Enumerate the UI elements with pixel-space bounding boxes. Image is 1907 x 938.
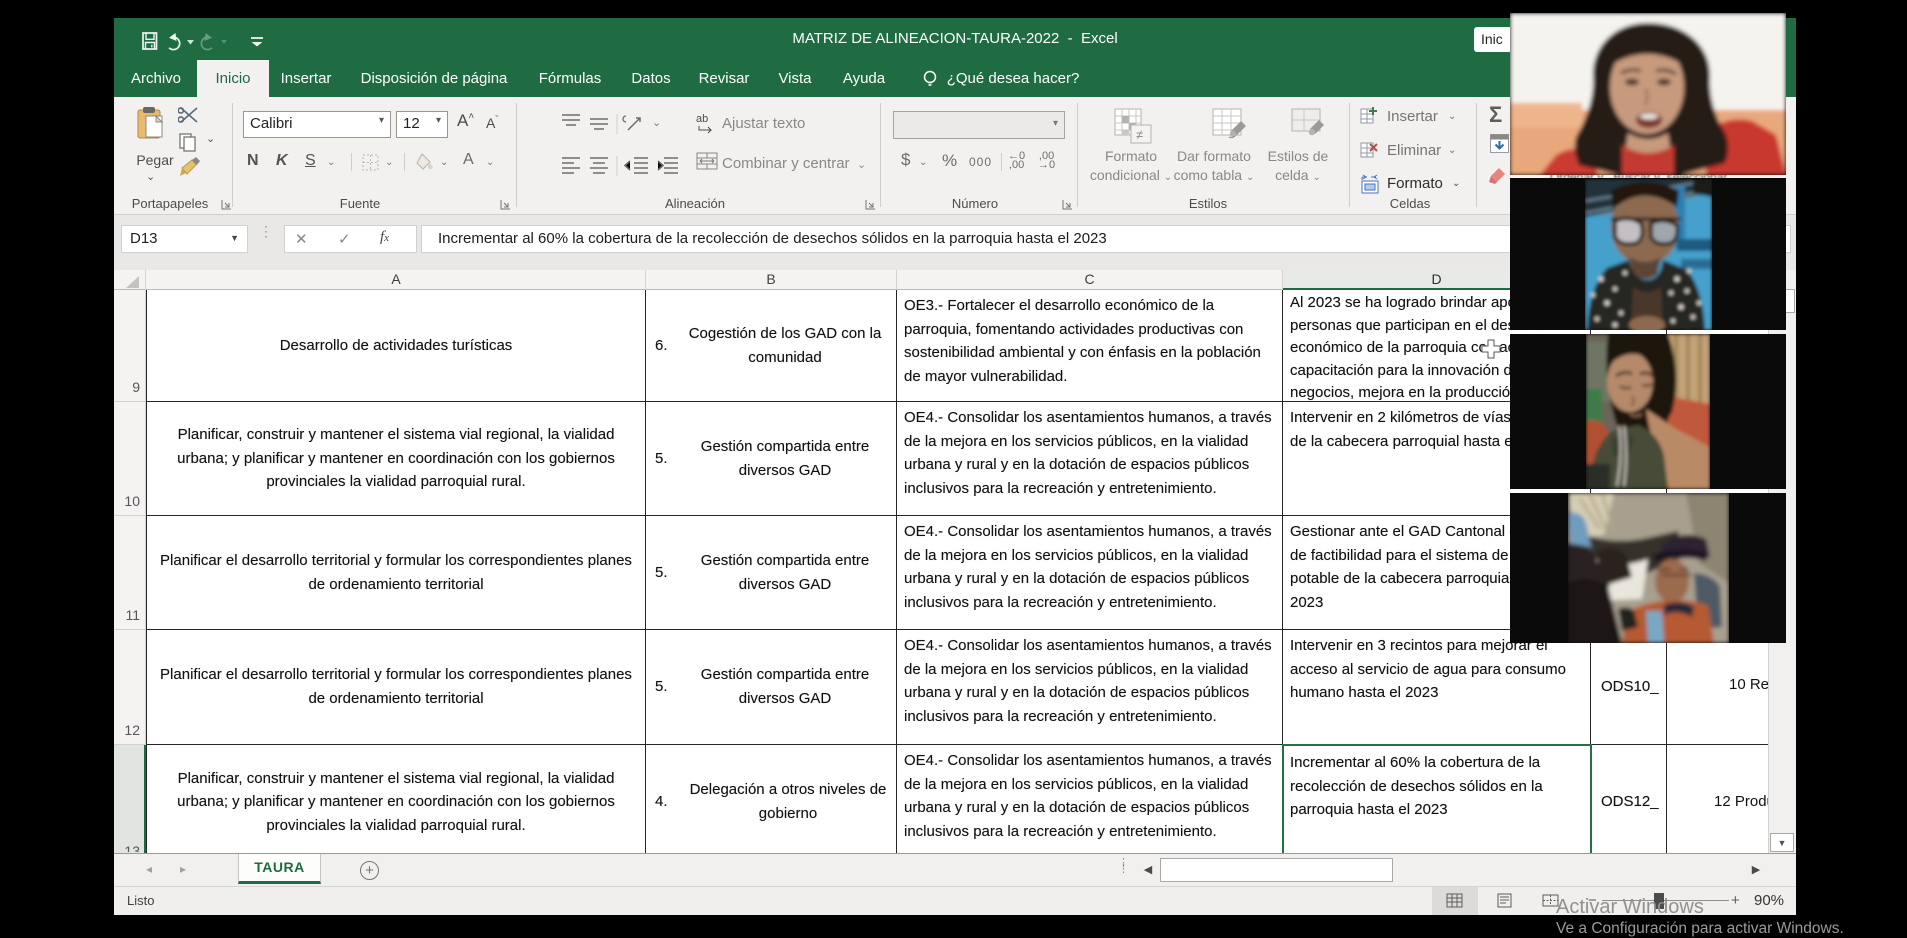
svg-text:≠: ≠	[1136, 127, 1143, 142]
svg-text:ab: ab	[696, 113, 708, 125]
svg-text:⌄: ⌄	[652, 117, 661, 129]
